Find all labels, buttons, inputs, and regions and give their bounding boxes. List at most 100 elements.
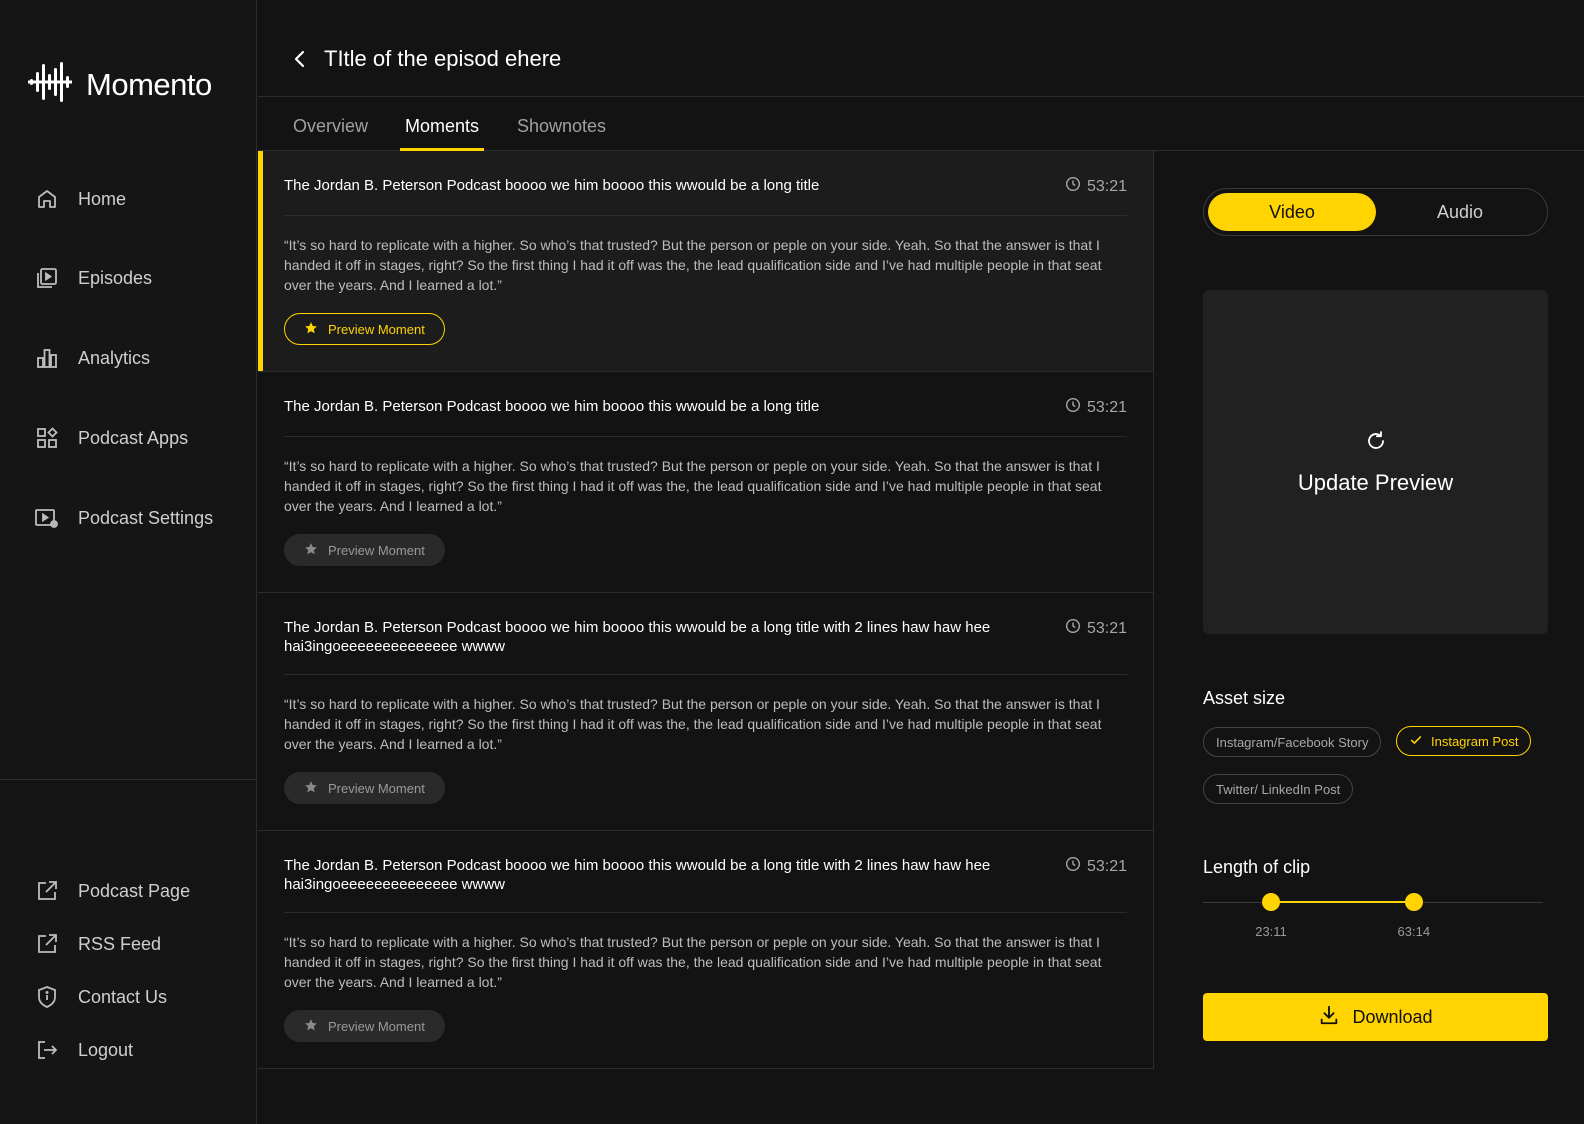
asset-option-story[interactable]: Instagram/Facebook Story — [1203, 727, 1382, 757]
preview-moment-label: Preview Moment — [328, 321, 425, 337]
moment-quote: “It’s so hard to replicate with a higher… — [284, 696, 1102, 752]
asset-option-label: Instagram Post — [1431, 733, 1519, 749]
sidebar-item-label: Podcast Page — [78, 880, 191, 901]
settings-icon — [34, 505, 60, 531]
preview-moment-button[interactable]: Preview Moment — [284, 1010, 445, 1042]
update-preview-area[interactable]: Update Preview — [1203, 290, 1548, 634]
moment-header: The Jordan B. Peterson Podcast boooo we … — [284, 856, 1127, 913]
tab-overview[interactable]: Overview — [293, 116, 368, 137]
slider-start-time: 23:11 — [1255, 924, 1287, 939]
clip-length-label: Length of clip — [1203, 857, 1311, 877]
preview-moment-label: Preview Moment — [328, 542, 425, 558]
download-icon — [1318, 1004, 1340, 1031]
moment-time: 53:21 — [1086, 857, 1127, 875]
preview-moment-button[interactable]: Preview Moment — [284, 313, 445, 345]
waveform-logo-icon — [28, 62, 72, 107]
analytics-icon — [34, 345, 60, 371]
moment-card[interactable]: The Jordan B. Peterson Podcast boooo we … — [258, 372, 1153, 593]
clock-icon — [1065, 176, 1081, 197]
apps-icon — [34, 425, 60, 451]
clock-icon — [1065, 397, 1081, 418]
moment-header: The Jordan B. Peterson Podcast boooo we … — [284, 176, 1127, 216]
moments-list: The Jordan B. Peterson Podcast boooo we … — [258, 151, 1154, 1069]
moment-quote: “It’s so hard to replicate with a higher… — [284, 237, 1102, 293]
star-icon — [304, 780, 318, 797]
sidebar-item-label: RSS Feed — [78, 933, 162, 954]
back-arrow-icon[interactable] — [288, 47, 312, 71]
sidebar-item-logout[interactable]: Logout — [34, 1035, 133, 1065]
sidebar-item-label: Episodes — [78, 267, 153, 288]
external-link-icon — [34, 931, 60, 957]
moment-card[interactable]: The Jordan B. Peterson Podcast boooo we … — [258, 831, 1153, 1068]
sidebar: Momento Home Episodes Analytics Podcast … — [0, 0, 257, 1124]
slider-range-fill — [1271, 901, 1414, 903]
asset-option-label: Twitter/ LinkedIn Post — [1216, 781, 1341, 797]
logout-icon — [34, 1037, 60, 1063]
moment-title: The Jordan B. Peterson Podcast boooo we … — [284, 398, 820, 415]
moment-timestamp: 53:21 — [1065, 618, 1127, 639]
sidebar-item-label: Podcast Settings — [78, 507, 214, 528]
sidebar-item-contact-us[interactable]: Contact Us — [34, 982, 167, 1012]
sidebar-item-rss-feed[interactable]: RSS Feed — [34, 929, 161, 959]
moment-card[interactable]: The Jordan B. Peterson Podcast boooo we … — [258, 593, 1153, 831]
update-preview-label: Update Preview — [1297, 469, 1454, 495]
refresh-icon — [1364, 429, 1388, 458]
app-name: Momento — [86, 66, 212, 102]
preview-moment-button[interactable]: Preview Moment — [284, 534, 445, 566]
sidebar-item-label: Analytics — [78, 347, 151, 368]
moment-quote: “It’s so hard to replicate with a higher… — [284, 458, 1102, 514]
moment-quote: “It’s so hard to replicate with a higher… — [284, 934, 1102, 990]
page-header: TItle of the episod ehere — [258, 0, 1584, 97]
sidebar-item-analytics[interactable]: Analytics — [34, 343, 150, 373]
star-icon — [304, 542, 318, 559]
asset-size-label: Asset size — [1203, 688, 1286, 708]
asset-option-post[interactable]: Instagram Post — [1396, 726, 1532, 756]
asset-option-label: Instagram/Facebook Story — [1216, 734, 1369, 750]
clock-icon — [1065, 618, 1081, 639]
slider-start-handle[interactable] — [1262, 893, 1280, 911]
preview-moment-button[interactable]: Preview Moment — [284, 772, 445, 804]
moment-time: 53:21 — [1086, 619, 1127, 637]
moment-timestamp: 53:21 — [1065, 856, 1127, 877]
media-type-toggle: Video Audio — [1203, 188, 1548, 236]
download-label: Download — [1352, 1006, 1433, 1027]
slider-end-time: 63:14 — [1397, 924, 1431, 939]
sidebar-item-label: Podcast Apps — [78, 427, 189, 448]
tab-shownotes[interactable]: Shownotes — [517, 116, 606, 137]
check-icon — [1409, 733, 1423, 750]
preview-moment-label: Preview Moment — [328, 780, 425, 796]
clock-icon — [1065, 856, 1081, 877]
audio-toggle-option[interactable]: Audio — [1376, 193, 1544, 231]
page-title: TItle of the episod ehere — [324, 46, 562, 71]
sidebar-item-podcast-apps[interactable]: Podcast Apps — [34, 423, 188, 453]
home-icon — [34, 186, 60, 212]
star-icon — [304, 321, 318, 338]
moment-timestamp: 53:21 — [1065, 176, 1127, 197]
sidebar-item-label: Contact Us — [78, 986, 168, 1007]
sidebar-item-home[interactable]: Home — [34, 184, 126, 214]
sidebar-item-episodes[interactable]: Episodes — [34, 263, 152, 293]
slider-end-handle[interactable] — [1404, 893, 1423, 911]
download-button[interactable]: Download — [1203, 993, 1548, 1041]
star-icon — [304, 1018, 318, 1035]
episode-tabs: Overview Moments Shownotes — [258, 98, 1584, 151]
moment-header: The Jordan B. Peterson Podcast boooo we … — [284, 397, 1127, 437]
moment-time: 53:21 — [1086, 398, 1127, 416]
asset-option-twitter-linkedin[interactable]: Twitter/ LinkedIn Post — [1203, 774, 1354, 804]
sidebar-item-podcast-settings[interactable]: Podcast Settings — [34, 503, 213, 533]
moment-title: The Jordan B. Peterson Podcast boooo we … — [284, 177, 820, 194]
sidebar-item-label: Home — [78, 188, 127, 209]
sidebar-item-podcast-page[interactable]: Podcast Page — [34, 876, 190, 906]
sidebar-item-label: Logout — [78, 1039, 134, 1060]
clip-length-slider: 23:11 63:14 — [1203, 893, 1543, 942]
video-toggle-option[interactable]: Video — [1208, 193, 1376, 231]
moment-timestamp: 53:21 — [1065, 397, 1127, 418]
sidebar-divider — [0, 779, 256, 780]
tab-moments[interactable]: Moments — [405, 116, 479, 137]
app-logo[interactable]: Momento — [28, 62, 212, 107]
episodes-icon — [34, 265, 60, 291]
moment-title: The Jordan B. Peterson Podcast boooo we … — [284, 857, 991, 893]
moment-title: The Jordan B. Peterson Podcast boooo we … — [284, 619, 991, 655]
moment-card[interactable]: The Jordan B. Peterson Podcast boooo we … — [258, 151, 1153, 372]
moment-header: The Jordan B. Peterson Podcast boooo we … — [284, 618, 1127, 675]
